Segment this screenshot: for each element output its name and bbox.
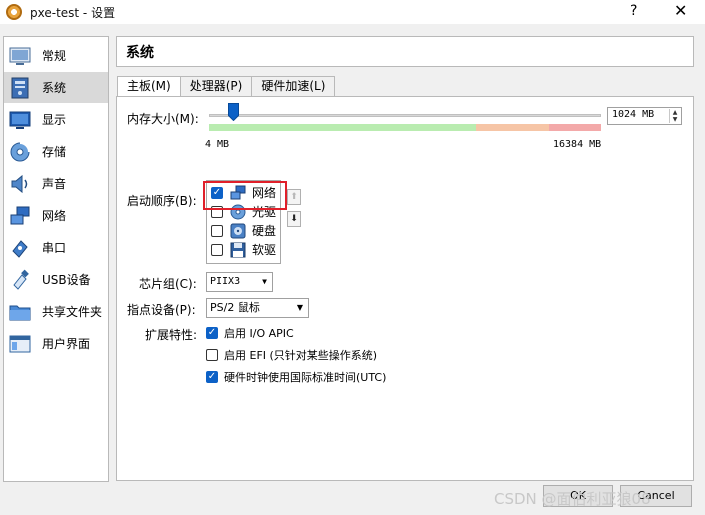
chevron-down-icon: ▼ bbox=[262, 277, 267, 286]
sidebar-item-label: 系统 bbox=[42, 81, 67, 95]
pointing-device-select[interactable]: PS/2 鼠标 ▼ bbox=[206, 298, 309, 318]
efi-text: 启用 EFI (只针对某些操作系统) bbox=[224, 349, 378, 362]
sidebar-item-storage[interactable]: 存储 bbox=[4, 136, 108, 167]
help-button[interactable]: ? bbox=[630, 3, 637, 19]
sidebar-item-network[interactable]: 网络 bbox=[4, 200, 108, 231]
memory-scale-bar bbox=[209, 124, 601, 131]
tab-bar: 主板(M) 处理器(P) 硬件加速(L) bbox=[117, 76, 336, 97]
chipset-select[interactable]: PIIX3 ▼ bbox=[206, 272, 273, 292]
io-apic-checkbox[interactable]: ✓ bbox=[206, 327, 218, 339]
boot-floppy-checkbox[interactable] bbox=[211, 243, 223, 256]
display-icon bbox=[8, 109, 32, 131]
efi-checkbox[interactable] bbox=[206, 349, 218, 361]
memory-max-label: 16384 MB bbox=[553, 139, 602, 150]
audio-icon bbox=[8, 173, 32, 195]
floppy-icon bbox=[230, 242, 246, 258]
pointing-device-label: 指点设备(P): bbox=[127, 303, 196, 317]
tab-processor[interactable]: 处理器(P) bbox=[179, 76, 253, 96]
boot-item-label: 硬盘 bbox=[252, 224, 277, 238]
utc-clock-checkbox[interactable]: ✓ bbox=[206, 371, 218, 383]
tab-acceleration[interactable]: 硬件加速(L) bbox=[251, 76, 336, 96]
hard-disk-icon bbox=[230, 223, 246, 239]
sidebar-item-label: 共享文件夹 bbox=[42, 305, 103, 319]
memory-slider-track[interactable] bbox=[209, 114, 601, 117]
io-apic-text: 启用 I/O APIC bbox=[224, 327, 294, 340]
sidebar-item-shared-folder[interactable]: 共享文件夹 bbox=[4, 296, 108, 327]
sidebar: 常规 系统 显示 存储 声音 网络 串口 USB设备 共享文件夹 用户界面 bbox=[3, 36, 109, 482]
tab-motherboard[interactable]: 主板(M) bbox=[117, 76, 181, 97]
spin-arrows-icon[interactable]: ▲ ▼ bbox=[669, 109, 680, 123]
sidebar-item-label: 用户界面 bbox=[42, 337, 91, 351]
sidebar-item-general[interactable]: 常规 bbox=[4, 40, 108, 71]
sidebar-item-label: 存储 bbox=[42, 145, 67, 159]
boot-order-label: 启动顺序(B): bbox=[127, 194, 197, 208]
sidebar-item-system[interactable]: 系统 bbox=[4, 72, 108, 103]
motherboard-panel: 内存大小(M): 4 MB 16384 MB 1024 MB ▲ ▼ 启动顺序(B… bbox=[116, 96, 694, 481]
memory-label: 内存大小(M): bbox=[127, 112, 199, 126]
io-apic-option[interactable]: ✓ 启用 I/O APIC bbox=[206, 325, 294, 341]
chevron-down-icon: ▼ bbox=[296, 303, 303, 312]
system-icon bbox=[8, 77, 32, 99]
boot-item-label: 软驱 bbox=[252, 243, 277, 257]
boot-hard-disk-checkbox[interactable] bbox=[211, 224, 223, 237]
watermark: CSDN @面伯利亚狼08 bbox=[494, 490, 651, 508]
sidebar-item-label: 网络 bbox=[42, 209, 67, 223]
sidebar-item-label: USB设备 bbox=[42, 273, 91, 287]
window-title: pxe-test - 设置 bbox=[30, 5, 116, 20]
chipset-value: PIIX3 bbox=[210, 276, 241, 287]
sidebar-item-label: 串口 bbox=[42, 241, 67, 255]
sidebar-item-user-interface[interactable]: 用户界面 bbox=[4, 328, 108, 359]
user-interface-icon bbox=[8, 333, 32, 355]
section-header: 系统 bbox=[116, 36, 694, 67]
boot-item-hard-disk[interactable]: 硬盘 bbox=[207, 221, 280, 240]
title-bar: pxe-test - 设置 ? ✕ bbox=[0, 0, 705, 24]
shared-folder-icon bbox=[8, 301, 32, 323]
sidebar-item-label: 声音 bbox=[42, 177, 67, 191]
utc-clock-text: 硬件时钟使用国际标准时间(UTC) bbox=[224, 371, 387, 384]
scale-green-zone bbox=[209, 124, 476, 131]
storage-icon bbox=[8, 141, 32, 163]
move-down-button[interactable]: ⬇ bbox=[287, 211, 301, 227]
sidebar-item-display[interactable]: 显示 bbox=[4, 104, 108, 135]
pointing-device-value: PS/2 鼠标 bbox=[210, 301, 260, 314]
boot-item-floppy[interactable]: 软驱 bbox=[207, 240, 280, 259]
general-icon bbox=[8, 45, 32, 67]
memory-slider-handle[interactable] bbox=[228, 103, 240, 122]
utc-clock-option[interactable]: ✓ 硬件时钟使用国际标准时间(UTC) bbox=[206, 369, 386, 385]
page-title: 系统 bbox=[126, 44, 154, 61]
sidebar-item-label: 显示 bbox=[42, 113, 67, 127]
scale-red-zone bbox=[549, 124, 601, 131]
sidebar-item-label: 常规 bbox=[42, 49, 67, 63]
virtualbox-icon bbox=[6, 4, 22, 20]
memory-value: 1024 MB bbox=[612, 109, 655, 120]
memory-min-label: 4 MB bbox=[205, 139, 230, 150]
scale-orange-zone bbox=[476, 124, 549, 131]
sidebar-item-usb[interactable]: USB设备 bbox=[4, 264, 108, 295]
close-button[interactable]: ✕ bbox=[674, 1, 687, 20]
chipset-label: 芯片组(C): bbox=[139, 277, 197, 291]
memory-spinbox[interactable]: 1024 MB ▲ ▼ bbox=[607, 107, 682, 125]
boot-item-highlight bbox=[203, 181, 287, 210]
network-icon bbox=[8, 205, 32, 227]
sidebar-item-audio[interactable]: 声音 bbox=[4, 168, 108, 199]
sidebar-item-serial-port[interactable]: 串口 bbox=[4, 232, 108, 263]
serial-port-icon bbox=[8, 237, 32, 259]
settings-frame: 常规 系统 显示 存储 声音 网络 串口 USB设备 共享文件夹 用户界面 系统… bbox=[0, 30, 705, 515]
extended-features-label: 扩展特性: bbox=[145, 328, 198, 342]
efi-option[interactable]: 启用 EFI (只针对某些操作系统) bbox=[206, 347, 377, 363]
usb-icon bbox=[8, 269, 32, 291]
move-up-button[interactable]: ⬆ bbox=[287, 189, 301, 205]
